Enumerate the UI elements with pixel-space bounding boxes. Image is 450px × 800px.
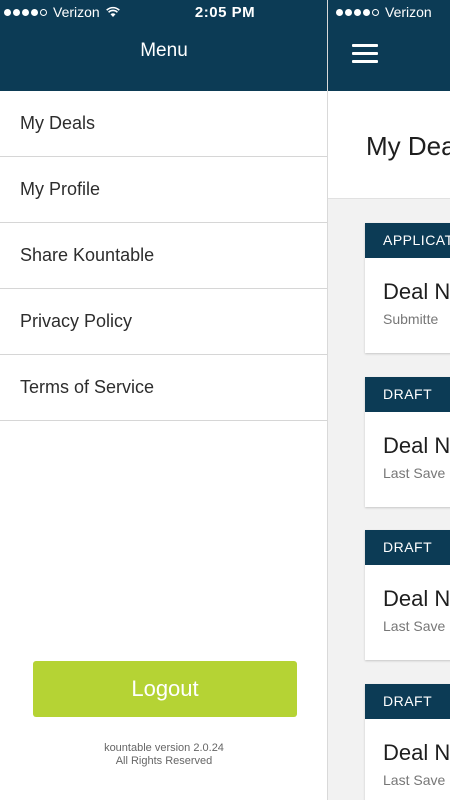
menu-item-share-kountable[interactable]: Share Kountable [0, 223, 327, 289]
menu-item-label: My Deals [20, 113, 96, 133]
menu-item-terms-of-service[interactable]: Terms of Service [0, 355, 327, 421]
deal-subtitle: Last Save [383, 772, 446, 788]
drawer-title: Menu [140, 40, 188, 61]
menu-item-label: Privacy Policy [20, 311, 133, 331]
menu-item-label: My Profile [20, 179, 101, 199]
hamburger-icon[interactable] [352, 44, 378, 64]
version-info: kountable version 2.0.24 All Rights Rese… [0, 742, 328, 768]
menu-list: My Deals My Profile Share Kountable Priv… [0, 91, 327, 421]
side-drawer: Verizon 2:05 PM Menu My Deals My Profile… [0, 0, 328, 800]
deal-card[interactable]: APPLICAT Deal N Submitte [365, 223, 450, 353]
menu-item-my-deals[interactable]: My Deals [0, 91, 327, 157]
logout-button[interactable]: Logout [33, 661, 297, 717]
menu-item-label: Share Kountable [20, 245, 155, 265]
menu-item-my-profile[interactable]: My Profile [0, 157, 327, 223]
deal-status-badge: DRAFT [365, 684, 450, 719]
deal-name: Deal N [383, 740, 450, 765]
status-time: 2:05 PM [194, 4, 256, 21]
deal-card[interactable]: DRAFT Deal N Last Save [365, 377, 450, 507]
deal-status-badge: DRAFT [365, 377, 450, 412]
deal-name: Deal N [383, 433, 450, 458]
main-screen: Verizon My Dea APPLICAT Deal N Submitte … [328, 0, 450, 800]
page-title: My Dea [366, 131, 450, 161]
menu-item-privacy-policy[interactable]: Privacy Policy [0, 289, 327, 355]
version-text: kountable version 2.0.24 [104, 742, 224, 754]
deal-subtitle: Last Save [383, 465, 446, 481]
status-bar: Verizon 2:05 PM [0, 0, 327, 24]
deal-name: Deal N [383, 279, 450, 304]
drawer-header: Verizon 2:05 PM Menu [0, 0, 327, 91]
deal-status-badge: APPLICAT [365, 223, 450, 258]
page-title-bar: My Dea [328, 91, 450, 199]
deal-status-badge: DRAFT [365, 530, 450, 565]
deal-subtitle: Submitte [383, 311, 439, 327]
deal-subtitle: Last Save [383, 618, 446, 634]
rights-text: All Rights Reserved [115, 755, 213, 767]
deal-card[interactable]: DRAFT Deal N Last Save [365, 684, 450, 800]
menu-item-label: Terms of Service [20, 377, 155, 397]
deal-card[interactable]: DRAFT Deal N Last Save [365, 530, 450, 660]
deal-name: Deal N [383, 586, 450, 611]
